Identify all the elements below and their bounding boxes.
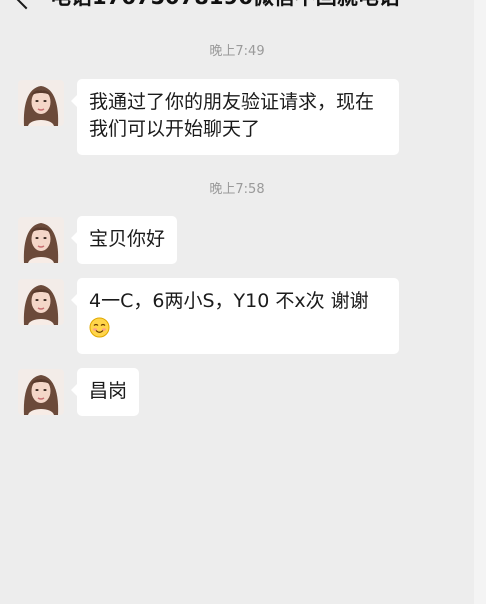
message-bubble[interactable]: 4一C，6两小S，Y10 不x次 谢谢	[71, 278, 399, 354]
timestamp: 晚上7:49	[209, 44, 265, 59]
more-dots-icon[interactable]	[426, 0, 452, 2]
message-text: 4一C，6两小S，Y10 不x次 谢谢	[89, 290, 369, 312]
timestamp: 晚上7:58	[209, 182, 265, 197]
chevron-left-icon[interactable]	[14, 0, 38, 10]
smiling-face-icon	[89, 317, 110, 338]
chat-header: 电话17675078196微信不回就电话	[0, 0, 474, 30]
message-bubble[interactable]: 宝贝你好	[70, 216, 178, 264]
page-edge	[474, 0, 486, 604]
avatar[interactable]	[18, 80, 64, 126]
avatar[interactable]	[18, 369, 64, 415]
chat-screen: 电话17675078196微信不回就电话 晚上7:49 我通过了你的朋友验证请求…	[0, 0, 474, 604]
message-bubble[interactable]: 我通过了你的朋友验证请求，现在我们可以开始聊天了	[71, 79, 399, 155]
avatar[interactable]	[18, 217, 64, 263]
message-bubble[interactable]: 昌岗	[70, 368, 140, 416]
avatar[interactable]	[18, 279, 64, 325]
chat-title: 电话17675078196微信不回就电话	[50, 0, 400, 10]
